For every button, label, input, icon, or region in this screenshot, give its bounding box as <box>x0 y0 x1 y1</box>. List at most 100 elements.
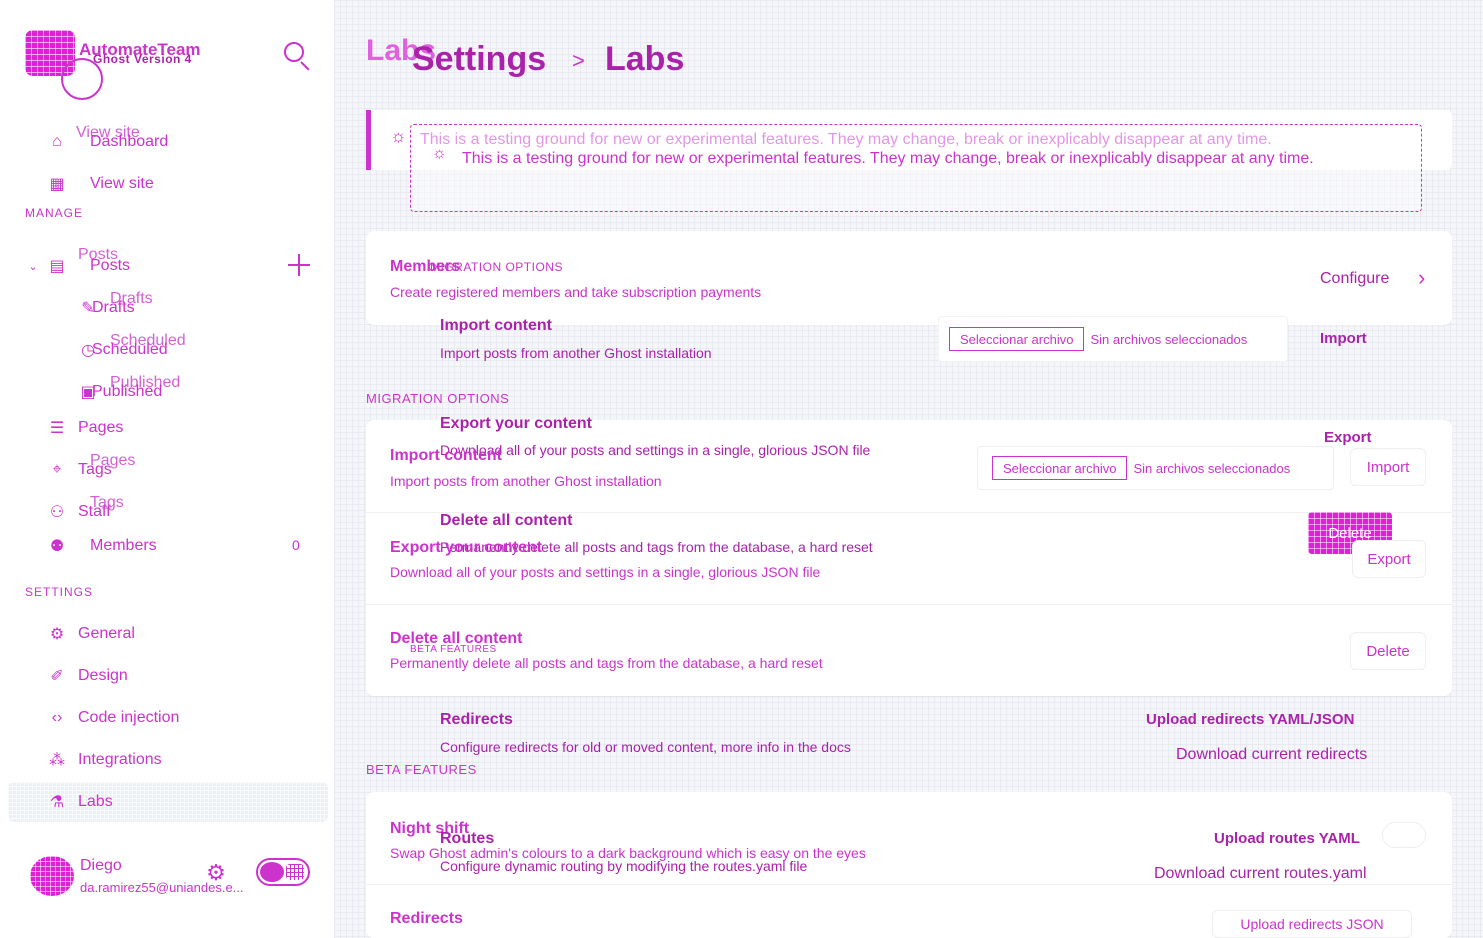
upload-redirects-ghost-button[interactable]: Upload redirects YAML/JSON <box>1146 711 1354 728</box>
sidebar-item-published[interactable]: ▣ Published <box>80 374 162 410</box>
sidebar: AutomateTeam Ghost Version 4 View site ⌂… <box>0 0 334 938</box>
sidebar-item-label: Code injection <box>78 709 180 726</box>
export-button[interactable]: Export <box>1352 540 1426 578</box>
sidebar-item-design[interactable]: ✐ Design <box>46 658 128 694</box>
avatar[interactable] <box>30 856 74 896</box>
sidebar-item-general[interactable]: ⚙ General <box>46 616 135 652</box>
lightbulb-icon: ☼ <box>432 145 447 162</box>
brand[interactable]: AutomateTeam Ghost Version 4 <box>25 30 315 100</box>
import-ghost-button[interactable]: Import <box>1320 330 1367 347</box>
sidebar-item-code-injection[interactable]: ‹› Code injection <box>46 700 180 736</box>
redirects-ghost-title: Redirects <box>440 711 513 728</box>
sidebar-item-drafts[interactable]: ✎ Drafts <box>80 290 135 326</box>
file-status: Sin archivos seleccionados <box>1133 460 1291 476</box>
brush-icon: ✐ <box>50 668 64 685</box>
redirects-title: Redirects <box>390 910 463 927</box>
routes-ghost-title: Routes <box>440 830 495 847</box>
user-name[interactable]: Diego <box>80 857 122 875</box>
upload-routes-ghost-button[interactable]: Upload routes YAML <box>1214 830 1360 847</box>
export-content-title: Export your content <box>390 539 543 556</box>
export-ghost-desc: Download all of your posts and settings … <box>440 442 871 458</box>
search-button[interactable] <box>282 40 312 74</box>
main-content: Labs Settings > Labs ☼ This is a testing… <box>334 0 1483 938</box>
sidebar-item-label: View site <box>90 175 154 192</box>
import-ghost-desc: Import posts from another Ghost installa… <box>440 345 712 361</box>
sidebar-item-label: Pages <box>78 419 124 436</box>
sidebar-item-posts[interactable]: ⌄ ▤ Posts <box>26 248 130 284</box>
chevron-down-icon: ⌄ <box>28 260 38 273</box>
sidebar-item-label: Integrations <box>78 751 162 768</box>
choose-file-button[interactable]: Seleccionar archivo <box>949 327 1085 351</box>
sidebar-item-label: Design <box>78 667 128 684</box>
integrations-icon: ⁂ <box>49 752 65 769</box>
sidebar-item-dashboard[interactable]: ⌂ Dashboard <box>46 124 168 160</box>
nav-ghost-tags: Tags <box>90 494 124 511</box>
download-routes-ghost-link[interactable]: Download current routes.yaml <box>1154 865 1367 883</box>
redirects-ghost-desc: Configure redirects for old or moved con… <box>440 739 851 755</box>
window-icon: ▦ <box>49 176 65 193</box>
search-icon <box>284 42 304 62</box>
download-redirects-ghost-link[interactable]: Download current redirects <box>1176 746 1367 764</box>
sidebar-item-label: Posts <box>90 257 131 274</box>
gear-icon: ⚙ <box>49 626 65 643</box>
manage-section-label: MANAGE <box>25 206 84 220</box>
import-button[interactable]: Import <box>1350 448 1426 486</box>
sidebar-item-label: Labs <box>78 793 113 810</box>
file-status: Sin archivos seleccionados <box>1090 331 1248 347</box>
sidebar-item-labs[interactable]: ⚗ Labs <box>46 784 113 820</box>
choose-file-button[interactable]: Seleccionar archivo <box>992 456 1128 480</box>
flask-icon: ⚗ <box>49 794 65 811</box>
import-ghost-file-input[interactable]: Seleccionar archivo Sin archivos selecci… <box>938 316 1288 362</box>
sidebar-item-label: Published <box>92 383 163 400</box>
user-settings-gear-icon[interactable]: ⚙ <box>203 860 229 886</box>
lightbulb-icon: ☼ <box>390 126 407 146</box>
add-post-button[interactable] <box>288 254 310 276</box>
settings-section-label: SETTINGS <box>25 585 94 599</box>
sidebar-item-scheduled[interactable]: ◷ Scheduled <box>80 332 168 368</box>
upload-redirects-button[interactable]: Upload redirects JSON <box>1212 910 1412 938</box>
import-file-input[interactable]: Seleccionar archivo Sin archivos selecci… <box>977 446 1334 490</box>
import-content-desc: Import posts from another Ghost installa… <box>390 473 662 489</box>
sidebar-item-view-site[interactable]: ▦ View site <box>46 166 154 202</box>
nav-ghost-pages: Pages <box>90 452 136 469</box>
breadcrumb-settings[interactable]: Settings <box>412 40 546 79</box>
sidebar-item-label: Drafts <box>92 299 135 316</box>
import-content-title: Import content <box>390 447 502 464</box>
night-shift-toggle[interactable] <box>256 858 310 886</box>
tag-icon: ⌖ <box>52 461 62 478</box>
export-content-desc: Download all of your posts and settings … <box>390 564 821 580</box>
import-ghost-title: Import content <box>440 317 552 334</box>
delete-content-desc: Permanently delete all posts and tags fr… <box>390 655 823 671</box>
migration-section-label: MIGRATION OPTIONS <box>366 391 510 406</box>
sidebar-item-label: General <box>78 625 135 642</box>
members-icon: ⚉ <box>49 538 65 555</box>
members-count-badge: 0 <box>292 537 300 553</box>
sidebar-item-label: Dashboard <box>90 133 169 150</box>
page-title: Labs <box>605 40 685 78</box>
posts-icon: ▤ <box>49 258 65 275</box>
members-card <box>366 231 1452 325</box>
banner-text: This is a testing ground for new or expe… <box>462 150 1314 167</box>
export-ghost-button[interactable]: Export <box>1324 429 1372 446</box>
banner-accent-bar <box>366 110 371 170</box>
sidebar-item-label: Scheduled <box>92 341 168 358</box>
code-icon: ‹› <box>51 709 63 726</box>
sidebar-item-label: Members <box>90 537 157 554</box>
sidebar-item-members[interactable]: ⚉ Members <box>46 528 157 564</box>
brand-version: Ghost Version 4 <box>93 52 192 66</box>
staff-icon: ⚇ <box>49 504 65 521</box>
delete-ghost-title: Delete all content <box>440 512 573 529</box>
routes-ghost-desc: Configure dynamic routing by modifying t… <box>440 858 808 874</box>
configure-members-button[interactable]: Configure <box>1320 270 1389 288</box>
sidebar-item-integrations[interactable]: ⁂ Integrations <box>46 742 162 778</box>
home-icon: ⌂ <box>52 133 62 150</box>
beta-section-label: BETA FEATURES <box>366 762 477 777</box>
delete-mini-label: BETA FEATURES <box>410 644 497 655</box>
user-email: da.ramirez55@uniandes.e... <box>80 880 244 895</box>
sidebar-item-pages-ghost[interactable]: ☰ Pages <box>46 410 124 446</box>
breadcrumb-separator: > <box>572 48 585 73</box>
pages-icon: ☰ <box>49 420 65 437</box>
night-shift-switch[interactable] <box>1382 822 1426 848</box>
delete-button[interactable]: Delete <box>1350 632 1426 670</box>
export-ghost-title: Export your content <box>440 415 593 432</box>
